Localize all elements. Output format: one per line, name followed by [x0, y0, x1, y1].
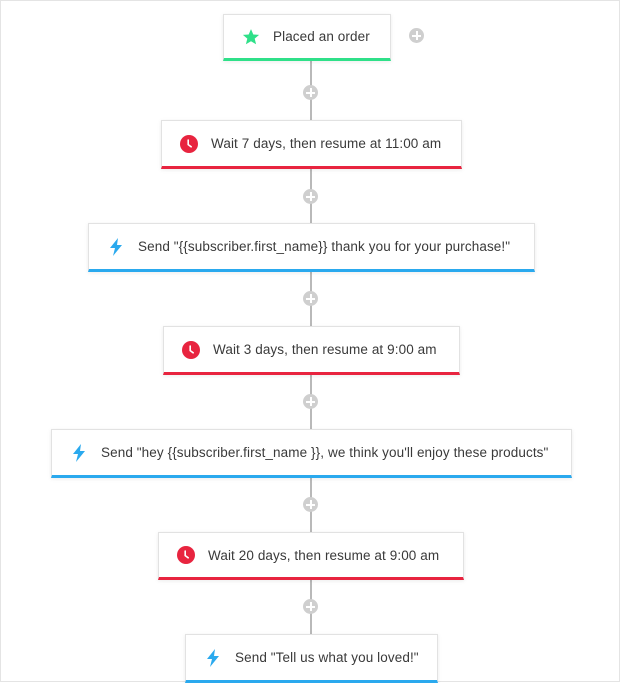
- workflow-canvas: Placed an order Wait 7 days, then resume…: [0, 0, 620, 683]
- add-step-button[interactable]: [303, 291, 318, 306]
- add-step-button[interactable]: [303, 394, 318, 409]
- step-label: Placed an order: [273, 29, 370, 44]
- star-icon: [242, 28, 260, 46]
- add-step-button[interactable]: [303, 85, 318, 100]
- send-email-node[interactable]: Send "{{subscriber.first_name}} thank yo…: [88, 223, 535, 272]
- clock-icon: [180, 134, 198, 153]
- clock-icon: [182, 340, 200, 359]
- add-step-button[interactable]: [303, 497, 318, 512]
- wait-node[interactable]: Wait 7 days, then resume at 11:00 am: [161, 120, 462, 169]
- step-label: Send "Tell us what you loved!": [235, 650, 419, 665]
- wait-node[interactable]: Wait 3 days, then resume at 9:00 am: [163, 326, 460, 375]
- step-label: Wait 7 days, then resume at 11:00 am: [211, 136, 442, 151]
- trigger-node[interactable]: Placed an order: [223, 14, 391, 61]
- step-label: Wait 3 days, then resume at 9:00 am: [213, 342, 437, 357]
- add-step-button[interactable]: [303, 189, 318, 204]
- send-email-node[interactable]: Send "hey {{subscriber.first_name }}, we…: [51, 429, 572, 478]
- add-step-button[interactable]: [303, 599, 318, 614]
- add-branch-button[interactable]: [409, 28, 424, 43]
- lightning-icon: [107, 237, 125, 256]
- step-label: Send "hey {{subscriber.first_name }}, we…: [101, 445, 549, 460]
- wait-node[interactable]: Wait 20 days, then resume at 9:00 am: [158, 532, 464, 580]
- send-email-node[interactable]: Send "Tell us what you loved!": [185, 634, 438, 683]
- step-label: Wait 20 days, then resume at 9:00 am: [208, 547, 440, 563]
- lightning-icon: [70, 443, 88, 462]
- lightning-icon: [204, 648, 222, 667]
- clock-icon: [177, 546, 195, 564]
- step-label: Send "{{subscriber.first_name}} thank yo…: [138, 239, 511, 254]
